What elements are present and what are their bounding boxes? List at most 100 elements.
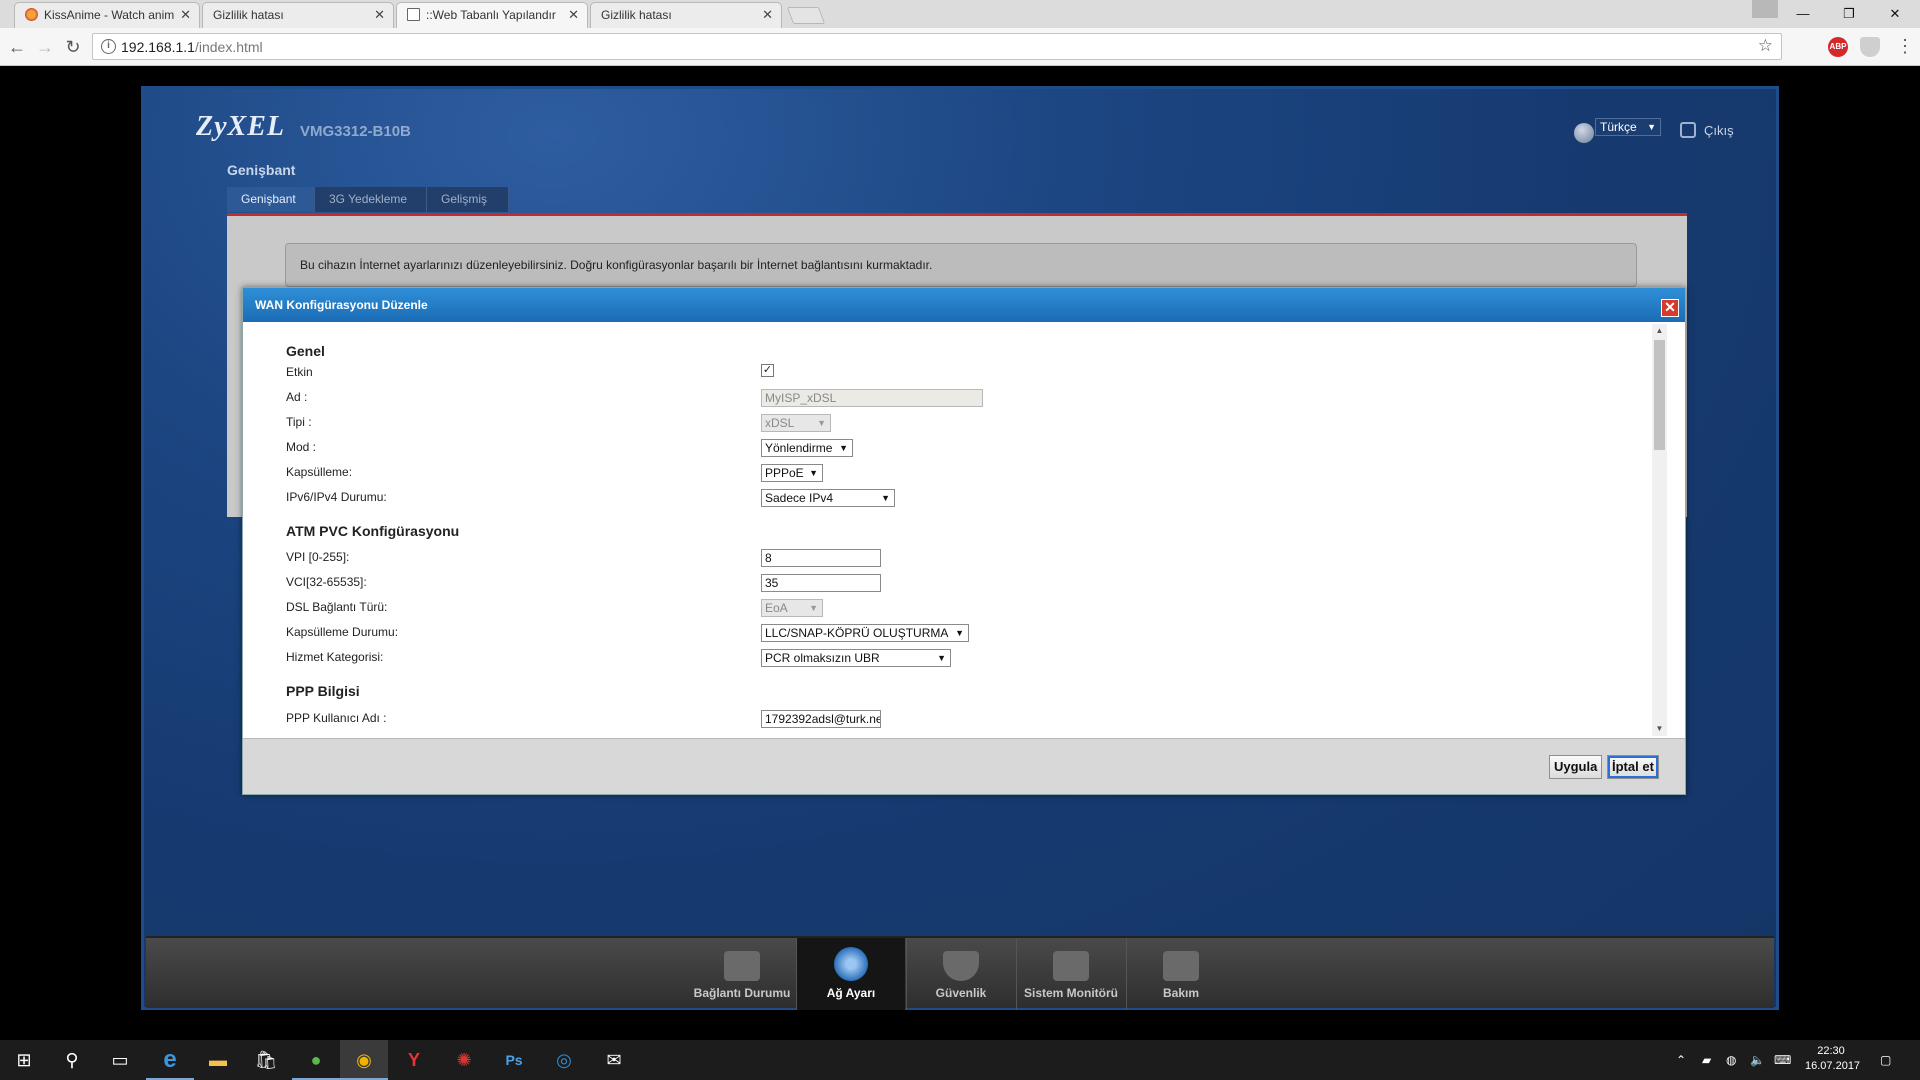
- mail-icon[interactable]: ✉: [590, 1040, 638, 1080]
- dialog-title: WAN Konfigürasyonu Düzenle: [255, 298, 428, 312]
- edge-icon[interactable]: e: [146, 1040, 194, 1080]
- mode-value: Yönlendirme: [765, 441, 833, 455]
- encap-mode-select[interactable]: LLC/SNAP-KÖPRÜ OLUŞTURMA ▼: [761, 624, 969, 642]
- dock-item-system-monitor[interactable]: Sistem Monitörü: [1017, 938, 1125, 1010]
- restore-icon[interactable]: ❐: [1826, 0, 1872, 28]
- logout-icon[interactable]: [1680, 122, 1696, 138]
- close-dialog-icon[interactable]: ✕: [1661, 299, 1679, 317]
- shield-icon[interactable]: [1860, 37, 1880, 57]
- logout-link[interactable]: Çıkış: [1704, 123, 1734, 138]
- label-mod: Mod :: [286, 440, 317, 454]
- tab-title: Gizlilik hatası: [601, 8, 672, 22]
- encapsulation-value: PPPoE: [765, 466, 804, 480]
- browser-tab-privacy-error-2[interactable]: Gizlilik hatası ✕: [590, 2, 782, 28]
- bookmark-star-icon[interactable]: ☆: [1758, 36, 1773, 56]
- dialog-scrollbar[interactable]: ▲ ▼: [1652, 324, 1667, 736]
- volume-icon[interactable]: 🔈: [1750, 1040, 1765, 1080]
- windows-start-icon[interactable]: ⊞: [0, 1040, 48, 1080]
- dock-item-security[interactable]: Güvenlik: [907, 938, 1015, 1010]
- search-icon[interactable]: ⚲: [48, 1040, 96, 1080]
- dock-item-connection-status[interactable]: Bağlantı Durumu: [688, 938, 796, 1010]
- apply-button[interactable]: Uygula: [1549, 755, 1603, 779]
- ppp-username-input[interactable]: 1792392adsl@turk.ne: [761, 710, 881, 728]
- scroll-down-icon[interactable]: ▼: [1652, 722, 1667, 736]
- keyboard-icon[interactable]: ⌨: [1774, 1040, 1791, 1080]
- tray-chevron-icon[interactable]: ⌃: [1676, 1040, 1686, 1080]
- close-tab-icon[interactable]: ✕: [180, 3, 191, 27]
- dock-item-network-setting[interactable]: Ağ Ayarı: [797, 938, 905, 1010]
- adblock-icon[interactable]: ABP: [1828, 37, 1848, 57]
- yandex-icon[interactable]: Y: [390, 1040, 438, 1080]
- service-category-select[interactable]: PCR olmaksızın UBR ▼: [761, 649, 951, 667]
- encap-mode-value: LLC/SNAP-KÖPRÜ OLUŞTURMA: [765, 626, 949, 640]
- minimize-icon[interactable]: —: [1780, 0, 1826, 28]
- address-bar[interactable]: i 192.168.1.1/index.html ☆: [92, 33, 1782, 60]
- zyxel-logo: ZyXEL: [196, 111, 285, 142]
- router-frame: ZyXEL VMG3312-B10B Türkçe ▼ Çıkış Genişba…: [141, 86, 1779, 1010]
- browser-tab-kissanime[interactable]: KissAnime - Watch anim ✕: [14, 2, 200, 28]
- store-icon[interactable]: 🛍: [242, 1040, 290, 1080]
- file-explorer-icon[interactable]: ▬: [194, 1040, 242, 1080]
- browser-tab-privacy-error-1[interactable]: Gizlilik hatası ✕: [202, 2, 394, 28]
- clock-time: 22:30: [1817, 1045, 1845, 1057]
- wan-config-dialog: WAN Konfigürasyonu Düzenle ✕ Genel Etkin…: [242, 287, 1686, 795]
- name-field[interactable]: MyISP_xDSL: [761, 389, 983, 407]
- page-viewport: ZyXEL VMG3312-B10B Türkçe ▼ Çıkış Genişba…: [0, 67, 1920, 1036]
- label-tipi: Tipi :: [286, 415, 312, 429]
- photoshop-icon[interactable]: Ps: [490, 1040, 538, 1080]
- tab-advanced[interactable]: Gelişmiş: [427, 187, 509, 212]
- cancel-button[interactable]: İptal et: [1607, 755, 1659, 779]
- system-clock[interactable]: 22:30 16.07.2017: [1805, 1044, 1861, 1074]
- utorrent-icon[interactable]: ●: [292, 1040, 340, 1080]
- type-select[interactable]: xDSL ▼: [761, 414, 831, 432]
- vpi-input[interactable]: 8: [761, 549, 881, 567]
- etkin-checkbox[interactable]: ✓: [761, 364, 774, 377]
- notifications-icon[interactable]: ▢: [1880, 1040, 1891, 1080]
- new-tab-button[interactable]: [786, 7, 826, 24]
- encapsulation-select[interactable]: PPPoE ▼: [761, 464, 823, 482]
- ip-mode-select[interactable]: Sadece IPv4 ▼: [761, 489, 895, 507]
- browser-menu-icon[interactable]: ⋮: [1896, 36, 1914, 56]
- scroll-up-icon[interactable]: ▲: [1652, 324, 1667, 338]
- tab-3g-backup[interactable]: 3G Yedekleme: [315, 187, 427, 212]
- site-info-icon[interactable]: i: [101, 39, 116, 54]
- dsl-type-value: EoA: [765, 601, 788, 615]
- scrollbar-thumb[interactable]: [1654, 340, 1665, 450]
- vci-input[interactable]: 35: [761, 574, 881, 592]
- reload-icon[interactable]: ↻: [62, 36, 84, 58]
- group-title-ppp: PPP Bilgisi: [286, 683, 360, 699]
- dock-label: Bağlantı Durumu: [693, 986, 791, 1000]
- task-view-icon[interactable]: ▭: [96, 1040, 144, 1080]
- close-tab-icon[interactable]: ✕: [762, 3, 773, 27]
- back-arrow-icon[interactable]: ←: [6, 36, 28, 58]
- tab-broadband[interactable]: Genişbant: [227, 187, 315, 212]
- chevron-down-icon: ▼: [937, 653, 946, 663]
- close-tab-icon[interactable]: ✕: [374, 3, 385, 27]
- label-ppp-user: PPP Kullanıcı Adı :: [286, 711, 387, 725]
- dsl-type-select[interactable]: EoA ▼: [761, 599, 823, 617]
- clock-date: 16.07.2017: [1805, 1060, 1861, 1072]
- network-icon[interactable]: ◍: [1726, 1040, 1736, 1080]
- chevron-down-icon: ▼: [839, 443, 848, 453]
- label-etkin: Etkin: [286, 365, 313, 379]
- close-tab-icon[interactable]: ✕: [568, 3, 579, 27]
- label-kapsulleme: Kapsülleme:: [286, 465, 353, 479]
- dock-item-maintenance[interactable]: Bakım: [1127, 938, 1235, 1010]
- label-encap-mode: Kapsülleme Durumu:: [286, 625, 399, 639]
- browser-toolbar: ← → ↻ i 192.168.1.1/index.html ☆ ABP ⋮: [0, 28, 1920, 66]
- language-select[interactable]: Türkçe ▼: [1595, 118, 1661, 136]
- close-window-icon[interactable]: ✕: [1872, 0, 1918, 28]
- browser-tab-web-config[interactable]: ::Web Tabanlı Yapılandır ✕: [396, 2, 588, 29]
- tray-app-icon[interactable]: ▰: [1702, 1040, 1711, 1080]
- profile-icon[interactable]: [1752, 0, 1778, 18]
- group-title-general: Genel: [286, 343, 325, 359]
- app-red-icon[interactable]: ✺: [440, 1040, 488, 1080]
- page-title: Genişbant: [227, 162, 296, 178]
- forward-arrow-icon[interactable]: →: [34, 36, 56, 58]
- ccleaner-icon[interactable]: ◎: [540, 1040, 588, 1080]
- chrome-icon[interactable]: ◉: [340, 1040, 388, 1080]
- mode-select[interactable]: Yönlendirme ▼: [761, 439, 853, 457]
- browser-tabstrip: KissAnime - Watch anim ✕ Gizlilik hatası…: [0, 0, 1920, 29]
- dock-label: Ağ Ayarı: [826, 986, 876, 1000]
- bottom-navigation-dock: Bağlantı Durumu Ağ Ayarı Güvenlik Sistem…: [146, 936, 1774, 1010]
